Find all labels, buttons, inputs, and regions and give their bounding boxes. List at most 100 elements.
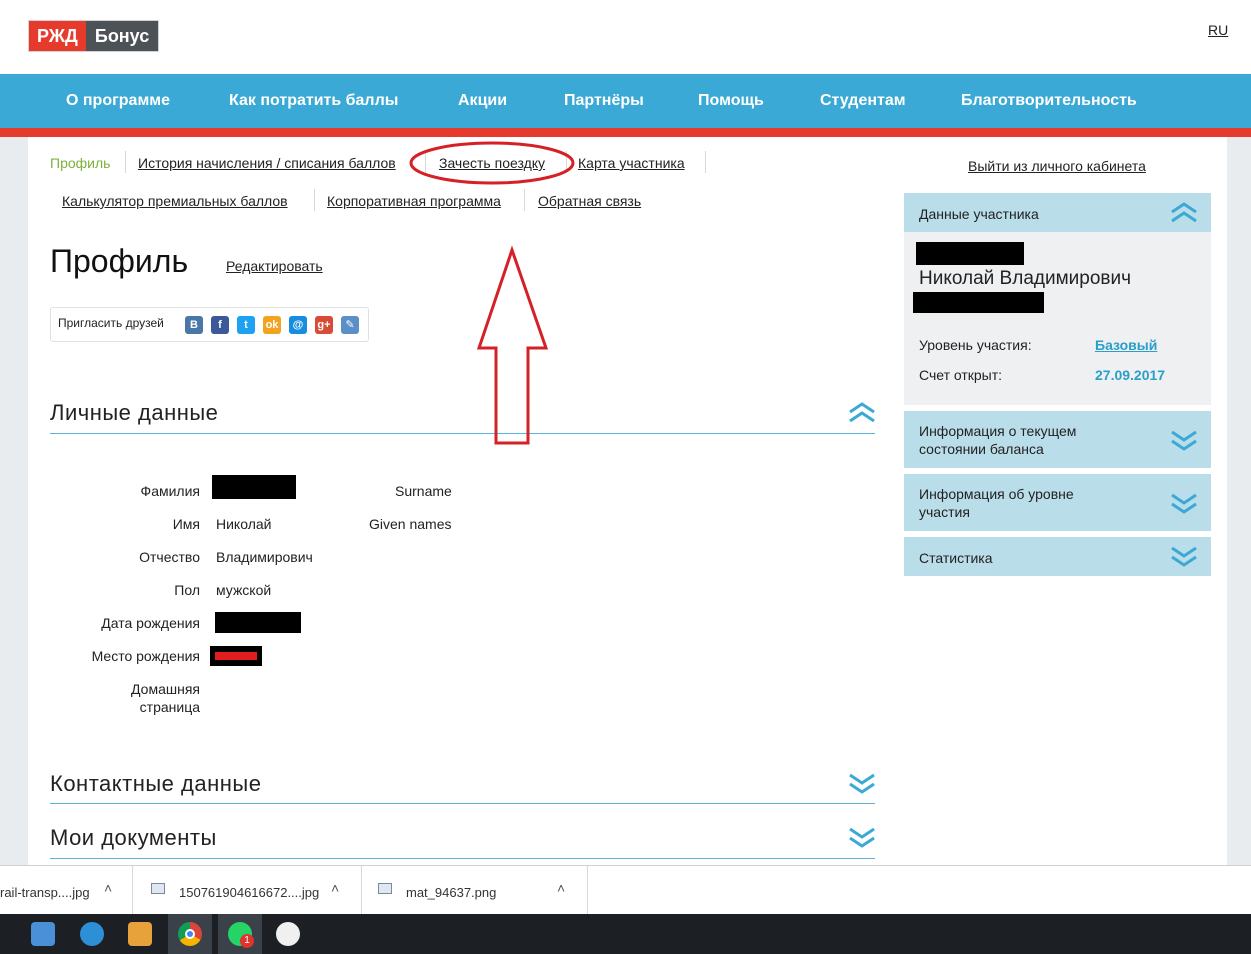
expand-down-icon[interactable]: [848, 826, 876, 848]
sidebar-stats-title: Статистика: [919, 550, 993, 566]
logo-bonus: Бонус: [85, 21, 159, 51]
redacted-birth-date: [215, 612, 301, 633]
collapse-up-icon[interactable]: [1170, 202, 1198, 224]
site-header: РЖД Бонус RU: [0, 0, 1251, 74]
redacted-sidebar-surname: [916, 242, 1024, 265]
download-file-name: 150761904616672....jpg: [179, 885, 320, 900]
expand-down-icon[interactable]: [1170, 545, 1198, 567]
sidebar-participant-title: Данные участника: [919, 206, 1039, 222]
label-homepage-1: Домашняя: [131, 681, 200, 697]
collapse-up-icon[interactable]: [848, 402, 876, 424]
nav-charity[interactable]: Благотворительность: [961, 92, 1137, 110]
download-item[interactable]: rail-transp....jpg ˄: [0, 866, 133, 915]
page-title: Профиль: [50, 243, 189, 279]
expand-down-icon[interactable]: [848, 772, 876, 794]
sidebar-full-name: Николай Владимирович: [919, 268, 1131, 289]
label-surname-en: Surname: [395, 483, 452, 499]
tab-points-calculator[interactable]: Калькулятор премиальных баллов: [62, 193, 288, 209]
sidebar-level-title-1: Информация об уровне: [919, 486, 1074, 502]
invite-label: Пригласить друзей: [58, 316, 164, 330]
sidebar-balance-title-1: Информация о текущем: [919, 423, 1077, 439]
tab-points-history[interactable]: История начисления / списания баллов: [138, 155, 396, 171]
chrome-icon[interactable]: [178, 922, 202, 946]
sidebar-stats-header[interactable]: Статистика: [904, 537, 1211, 576]
label-last-name: Фамилия: [140, 483, 200, 499]
invite-friends-box: Пригласить друзей B f t ok @ g+ ✎: [50, 307, 369, 342]
media-player-icon[interactable]: [128, 922, 152, 946]
nav-spend-points[interactable]: Как потратить баллы: [229, 92, 398, 110]
mail-icon[interactable]: @: [289, 316, 307, 334]
sidebar-participant-header[interactable]: Данные участника: [904, 193, 1211, 232]
redacted-sidebar-extra: [913, 292, 1044, 313]
value-patronymic: Владимирович: [216, 549, 313, 565]
odnoklassniki-icon[interactable]: ok: [263, 316, 281, 334]
chevron-up-icon[interactable]: ˄: [557, 880, 565, 896]
redacted-birth-place: [210, 646, 262, 666]
notification-badge: 1: [240, 934, 254, 948]
tab-profile[interactable]: Профиль: [50, 155, 110, 171]
expand-down-icon[interactable]: [1170, 429, 1198, 451]
image-file-icon: [378, 883, 392, 894]
twitter-icon[interactable]: t: [237, 316, 255, 334]
nav-students[interactable]: Студентам: [820, 92, 906, 110]
pen-tool-icon[interactable]: [276, 922, 300, 946]
nav-about[interactable]: О программе: [66, 92, 170, 110]
sidebar-balance-header[interactable]: Информация о текущем состоянии баланса: [904, 411, 1211, 468]
section-divider: [50, 858, 875, 859]
section-personal-title: Личные данные: [50, 400, 219, 425]
tab-claim-trip[interactable]: Зачесть поездку: [439, 155, 545, 171]
download-file-name: mat_94637.png: [406, 885, 497, 900]
label-first-name: Имя: [172, 516, 200, 532]
sidebar-level-link[interactable]: Базовый: [1095, 337, 1157, 353]
main-nav: О программе Как потратить баллы Акции Па…: [0, 74, 1251, 128]
sidebar-level-title-2: участия: [919, 504, 970, 520]
chevron-up-icon[interactable]: ˄: [104, 880, 112, 896]
tab-divider: [314, 189, 315, 211]
chevron-up-icon[interactable]: ˄: [331, 880, 339, 896]
edit-profile-link[interactable]: Редактировать: [226, 258, 323, 274]
tab-divider: [425, 151, 426, 173]
section-contacts-title[interactable]: Контактные данные: [50, 771, 261, 797]
rzd-bonus-logo[interactable]: РЖД Бонус: [28, 20, 160, 52]
tab-corporate[interactable]: Корпоративная программа: [327, 193, 501, 209]
label-birth-place: Место рождения: [91, 648, 200, 664]
value-gender: мужской: [216, 582, 272, 598]
tab-divider: [705, 151, 706, 173]
nav-partners[interactable]: Партнёры: [564, 92, 644, 110]
download-item[interactable]: mat_94637.png ˄: [362, 866, 588, 915]
facebook-icon[interactable]: f: [211, 316, 229, 334]
tab-divider: [524, 189, 525, 211]
sidebar-balance-title-2: состоянии баланса: [919, 441, 1044, 457]
google-plus-icon[interactable]: g+: [315, 316, 333, 334]
logo-rzd: РЖД: [29, 21, 86, 51]
nav-promos[interactable]: Акции: [458, 92, 507, 110]
expand-down-icon[interactable]: [1170, 492, 1198, 514]
sidebar-level-header[interactable]: Информация об уровне участия: [904, 474, 1211, 531]
section-documents-title[interactable]: Мои документы: [50, 825, 217, 851]
label-homepage-2: страница: [139, 699, 200, 715]
redacted-last-name: [212, 475, 296, 499]
language-switch[interactable]: RU: [1208, 22, 1228, 38]
image-file-icon: [151, 883, 165, 894]
download-bar: rail-transp....jpg ˄ 150761904616672....…: [0, 865, 1251, 915]
label-gender: Пол: [174, 582, 200, 598]
download-file-name: rail-transp....jpg: [0, 885, 90, 900]
nav-help[interactable]: Помощь: [698, 92, 764, 110]
vk-icon[interactable]: B: [185, 316, 203, 334]
logout-link[interactable]: Выйти из личного кабинета: [968, 158, 1146, 174]
section-divider: [50, 803, 875, 804]
livejournal-icon[interactable]: ✎: [341, 316, 359, 334]
label-patronymic: Отчество: [139, 549, 200, 565]
explorer-icon[interactable]: [31, 922, 55, 946]
sidebar-opened-label: Счет открыт:: [919, 367, 1003, 383]
tab-feedback[interactable]: Обратная связь: [538, 193, 641, 209]
timer-icon[interactable]: [80, 922, 104, 946]
sidebar-opened-date: 27.09.2017: [1095, 367, 1166, 383]
section-divider: [50, 433, 875, 434]
tab-divider: [566, 151, 567, 173]
whatsapp-icon[interactable]: 1: [228, 922, 254, 948]
nav-red-stripe: [0, 128, 1251, 137]
download-item[interactable]: 150761904616672....jpg ˄: [133, 866, 362, 915]
tab-member-card[interactable]: Карта участника: [578, 155, 685, 171]
label-given-names-en: Given names: [369, 516, 452, 532]
